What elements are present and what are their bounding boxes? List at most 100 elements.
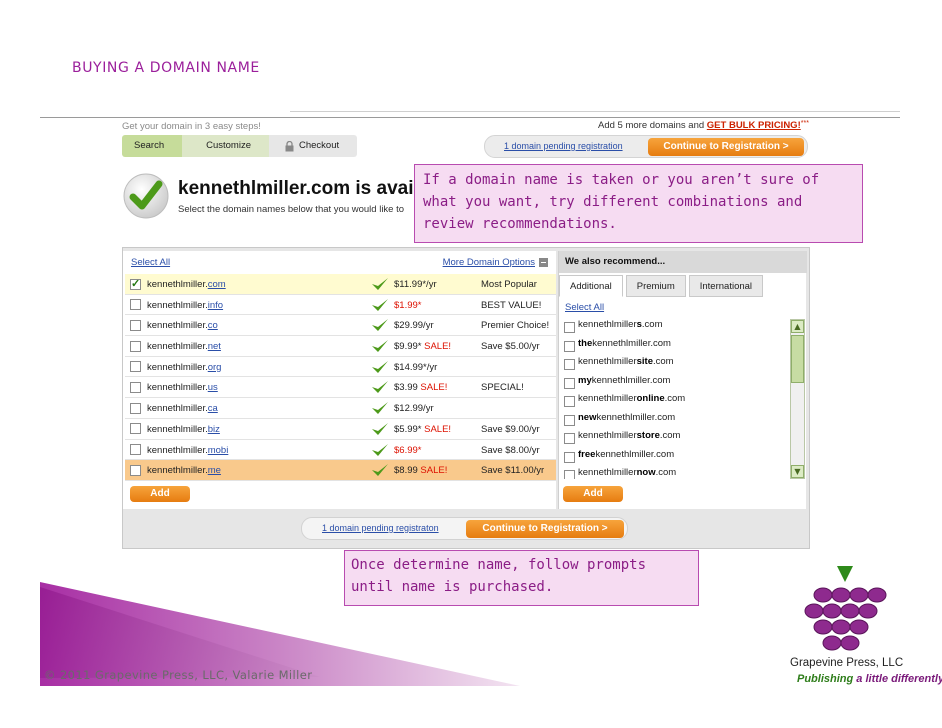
add-recommendations-button[interactable]: Add: [563, 486, 623, 502]
scroll-thumb[interactable]: [791, 335, 804, 383]
domain-checkbox[interactable]: [130, 319, 141, 331]
domain-extension-link[interactable]: net: [208, 341, 221, 352]
recommendation-checkbox[interactable]: [564, 451, 575, 463]
step-tab-checkout[interactable]: Checkout: [268, 135, 358, 157]
pending-registration-link[interactable]: 1 domain pending registration: [504, 141, 623, 151]
domain-checkbox[interactable]: [130, 402, 141, 414]
recommendation-highlight: s: [636, 319, 642, 330]
table-row[interactable]: kennethlmiller.us $3.99 SALE! SPECIAL!: [125, 377, 556, 399]
collapse-icon[interactable]: [539, 258, 548, 267]
domain-note: Save $11.00/yr: [481, 465, 545, 477]
recommendation-name: freekennethlmiller.com: [578, 448, 675, 460]
table-row[interactable]: kennethlmiller.mobi $6.99* Save $8.00/yr: [125, 440, 556, 461]
scroll-down-icon[interactable]: ▼: [791, 465, 804, 478]
domain-name: kennethlmiller.us: [147, 382, 218, 394]
divider: [40, 117, 900, 118]
domain-checkbox[interactable]: [130, 340, 141, 352]
table-row[interactable]: kennethlmiller.co $29.99/yr Premier Choice…: [125, 315, 556, 337]
footer-copyright: © 2011 Grapevine Press, LLC, Valarie Mil…: [44, 668, 313, 682]
domain-extension-link[interactable]: ca: [208, 403, 218, 414]
recommendation-checkbox[interactable]: [564, 396, 575, 407]
step-tab-customize[interactable]: Customize: [182, 135, 269, 157]
recommendation-checkbox[interactable]: [564, 433, 575, 444]
bottom-pending-registration-link[interactable]: 1 domain pending registraton: [322, 523, 439, 533]
domain-extension-link[interactable]: com: [208, 279, 226, 290]
brand-name: Grapevine Press, LLC: [790, 657, 904, 669]
brand-tagline-emphasis: a little differently: [856, 673, 942, 685]
recommendation-list: kennethlmillers.com thekennethlmiller.com…: [559, 318, 789, 479]
domain-checkbox[interactable]: [130, 299, 141, 311]
bottom-continue-to-registration-button[interactable]: Continue to Registration >: [466, 520, 624, 538]
list-item[interactable]: kennethlmilleronline.com: [559, 392, 789, 411]
domain-extension-link[interactable]: org: [208, 362, 222, 373]
domain-extension-link[interactable]: us: [208, 382, 218, 393]
domain-checkbox[interactable]: [130, 381, 141, 393]
list-item[interactable]: kennethlmillerstore.com: [559, 429, 789, 448]
step-tab-search[interactable]: Search: [122, 135, 183, 157]
recommendations-select-all-link[interactable]: Select All: [565, 302, 604, 313]
domain-checkbox[interactable]: [130, 277, 141, 290]
scroll-up-icon[interactable]: ▲: [791, 320, 804, 333]
tab-premium[interactable]: Premium: [625, 275, 686, 297]
table-row[interactable]: kennethlmiller.info $1.99* BEST VALUE!: [125, 295, 556, 316]
domain-extension-link[interactable]: biz: [208, 424, 220, 435]
brand-tagline: Publishing a little differently: [797, 673, 942, 685]
domain-note: Premier Choice!: [481, 320, 550, 332]
tab-international[interactable]: International: [688, 275, 764, 297]
domain-extension-link[interactable]: mobi: [208, 445, 229, 456]
add-button[interactable]: Add: [130, 486, 190, 502]
bulk-pricing-link[interactable]: GET BULK PRICING!: [707, 120, 801, 131]
domain-price: $29.99/yr: [394, 320, 434, 332]
recommendation-checkbox[interactable]: [564, 377, 575, 389]
domain-extension-link[interactable]: co: [208, 320, 218, 331]
available-check-icon: [372, 278, 388, 290]
domain-availability-heading: kennethlmiller.com is avail: [178, 178, 419, 199]
domain-price: $9.99* SALE!: [394, 341, 452, 353]
recommendation-scrollbar[interactable]: ▲ ▼: [790, 319, 805, 479]
available-check-icon: [372, 422, 388, 435]
sale-label: SALE!: [424, 423, 452, 435]
domain-checkbox[interactable]: [130, 423, 141, 435]
bulk-pricing-note: ***: [800, 120, 809, 127]
recommendation-checkbox[interactable]: [564, 340, 575, 352]
more-domain-options-link[interactable]: More Domain Options: [443, 257, 548, 268]
table-row[interactable]: kennethlmiller.biz $5.99* SALE! Save $9.00…: [125, 419, 556, 440]
divider: [290, 111, 900, 112]
table-row[interactable]: kennethlmiller.com $11.99*/yr Most Popular: [125, 274, 556, 295]
recommendation-checkbox[interactable]: [564, 322, 575, 333]
available-check-icon: [372, 298, 388, 311]
recommendations-title: We also recommend...: [559, 251, 807, 273]
list-item[interactable]: newkennethlmiller.com: [559, 411, 789, 430]
domain-name: kennethlmiller.com: [147, 279, 226, 290]
list-item[interactable]: kennethlmillers.com: [559, 318, 789, 337]
recommendation-name: kennethlmilleronline.com: [578, 393, 686, 404]
more-domain-options-label: More Domain Options: [442, 257, 535, 268]
continue-to-registration-button[interactable]: Continue to Registration >: [648, 138, 804, 156]
tab-additional[interactable]: Additional: [559, 275, 623, 297]
table-row[interactable]: kennethlmiller.ca $12.99/yr: [125, 398, 556, 419]
domain-extension-link[interactable]: info: [208, 300, 223, 311]
recommendation-checkbox[interactable]: [564, 470, 575, 479]
recommendation-highlight: site: [636, 356, 653, 367]
domain-note: SPECIAL!: [481, 382, 524, 394]
domain-note: BEST VALUE!: [481, 299, 542, 311]
list-item[interactable]: kennethlmillernow.com: [559, 466, 789, 479]
available-check-icon: [372, 340, 388, 353]
domain-note: Most Popular: [481, 279, 537, 290]
table-row[interactable]: kennethlmiller.org $14.99*/yr: [125, 357, 556, 378]
domain-checkbox[interactable]: [130, 444, 141, 455]
list-item[interactable]: freekennethlmiller.com: [559, 448, 789, 467]
recommendation-checkbox[interactable]: [564, 414, 575, 426]
list-item[interactable]: thekennethlmiller.com: [559, 337, 789, 356]
domain-table: kennethlmiller.com $11.99*/yr Most Popular…: [125, 274, 556, 481]
recommendation-highlight: my: [578, 374, 592, 386]
domain-extension-link[interactable]: me: [208, 465, 221, 476]
domain-checkbox[interactable]: [130, 361, 141, 373]
table-row[interactable]: kennethlmiller.net $9.99* SALE! Save $5.00…: [125, 336, 556, 357]
domain-checkbox[interactable]: [130, 464, 141, 476]
select-all-link[interactable]: Select All: [131, 257, 170, 268]
table-row[interactable]: kennethlmiller.me $8.99 SALE! Save $11.00/…: [125, 460, 556, 481]
list-item[interactable]: mykennethlmiller.com: [559, 374, 789, 393]
recommendation-checkbox[interactable]: [564, 359, 575, 370]
list-item[interactable]: kennethlmillersite.com: [559, 355, 789, 374]
